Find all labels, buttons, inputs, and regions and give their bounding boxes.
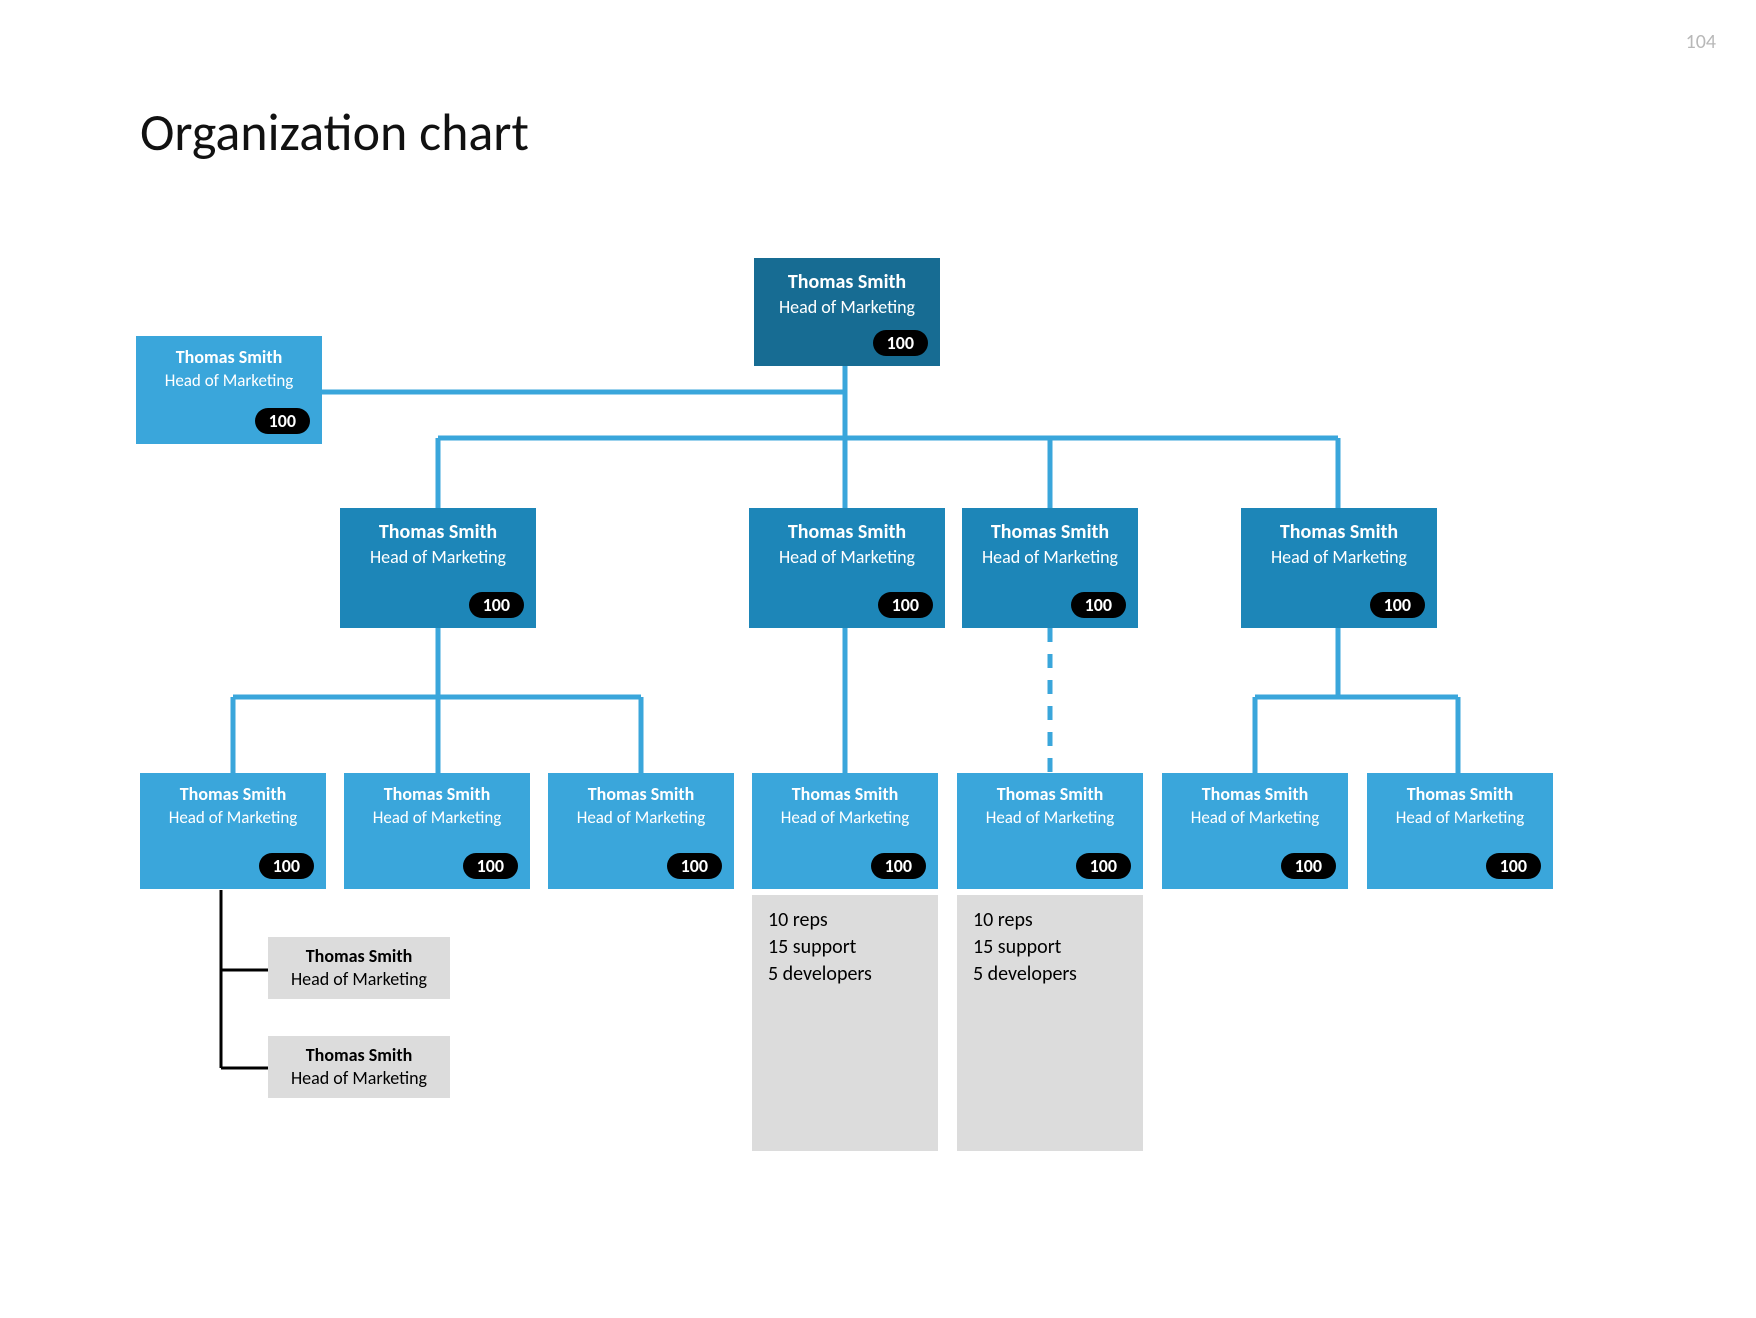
node-title: Head of Marketing [1367, 807, 1553, 828]
node-badge: 100 [667, 853, 722, 879]
org-node-root: Thomas Smith Head of Marketing 100 [754, 258, 940, 366]
node-name: Thomas Smith [340, 508, 536, 544]
node-name: Thomas Smith [1162, 773, 1348, 805]
node-name: Thomas Smith [1367, 773, 1553, 805]
node-title: Head of Marketing [752, 807, 938, 828]
node-title: Head of Marketing [1241, 546, 1437, 568]
subordinate-node-1: Thomas Smith Head of Marketing [268, 1036, 450, 1098]
footnote-line: 5 developers [973, 961, 1127, 988]
node-name: Thomas Smith [962, 508, 1138, 544]
node-name: Thomas Smith [140, 773, 326, 805]
sub-name: Thomas Smith [268, 1036, 450, 1066]
node-name: Thomas Smith [957, 773, 1143, 805]
node-name: Thomas Smith [344, 773, 530, 805]
node-badge: 100 [469, 592, 524, 618]
node-title: Head of Marketing [140, 807, 326, 828]
node-badge: 100 [1071, 592, 1126, 618]
footnote-line: 15 support [973, 934, 1127, 961]
node-title: Head of Marketing [340, 546, 536, 568]
subordinate-node-0: Thomas Smith Head of Marketing [268, 937, 450, 999]
footnote-line: 5 developers [768, 961, 922, 988]
node-title: Head of Marketing [548, 807, 734, 828]
page-number: 104 [1686, 30, 1716, 54]
footnote-line: 10 reps [973, 907, 1127, 934]
sub-title: Head of Marketing [268, 1067, 450, 1089]
footnote-line: 10 reps [768, 907, 922, 934]
node-name: Thomas Smith [1241, 508, 1437, 544]
footnote-line: 15 support [768, 934, 922, 961]
footnote-panel-1: 10 reps 15 support 5 developers [957, 895, 1143, 1151]
node-badge: 100 [878, 592, 933, 618]
slide: 104 Organization chart [0, 0, 1756, 1318]
org-node-l3-5: Thomas Smith Head of Marketing 100 [1162, 773, 1348, 889]
org-node-l2-1: Thomas Smith Head of Marketing 100 [749, 508, 945, 628]
node-title: Head of Marketing [344, 807, 530, 828]
node-title: Head of Marketing [962, 546, 1138, 568]
node-name: Thomas Smith [749, 508, 945, 544]
node-title: Head of Marketing [1162, 807, 1348, 828]
node-name: Thomas Smith [136, 336, 322, 368]
org-node-l2-2: Thomas Smith Head of Marketing 100 [962, 508, 1138, 628]
node-badge: 100 [463, 853, 518, 879]
node-title: Head of Marketing [136, 370, 322, 391]
node-name: Thomas Smith [548, 773, 734, 805]
sub-name: Thomas Smith [268, 937, 450, 967]
org-node-l3-0: Thomas Smith Head of Marketing 100 [140, 773, 326, 889]
node-name: Thomas Smith [754, 258, 940, 294]
node-badge: 100 [1486, 853, 1541, 879]
org-node-l3-1: Thomas Smith Head of Marketing 100 [344, 773, 530, 889]
sub-title: Head of Marketing [268, 968, 450, 990]
org-node-l3-6: Thomas Smith Head of Marketing 100 [1367, 773, 1553, 889]
node-badge: 100 [1370, 592, 1425, 618]
node-name: Thomas Smith [752, 773, 938, 805]
org-node-l2-3: Thomas Smith Head of Marketing 100 [1241, 508, 1437, 628]
org-node-l2-0: Thomas Smith Head of Marketing 100 [340, 508, 536, 628]
node-badge: 100 [255, 408, 310, 434]
node-badge: 100 [873, 330, 928, 356]
node-title: Head of Marketing [957, 807, 1143, 828]
node-badge: 100 [259, 853, 314, 879]
node-badge: 100 [1076, 853, 1131, 879]
org-node-l3-4: Thomas Smith Head of Marketing 100 [957, 773, 1143, 889]
node-badge: 100 [871, 853, 926, 879]
slide-title: Organization chart [140, 100, 529, 164]
org-node-assistant: Thomas Smith Head of Marketing 100 [136, 336, 322, 444]
node-badge: 100 [1281, 853, 1336, 879]
node-title: Head of Marketing [749, 546, 945, 568]
footnote-panel-0: 10 reps 15 support 5 developers [752, 895, 938, 1151]
org-node-l3-3: Thomas Smith Head of Marketing 100 [752, 773, 938, 889]
org-node-l3-2: Thomas Smith Head of Marketing 100 [548, 773, 734, 889]
node-title: Head of Marketing [754, 296, 940, 318]
